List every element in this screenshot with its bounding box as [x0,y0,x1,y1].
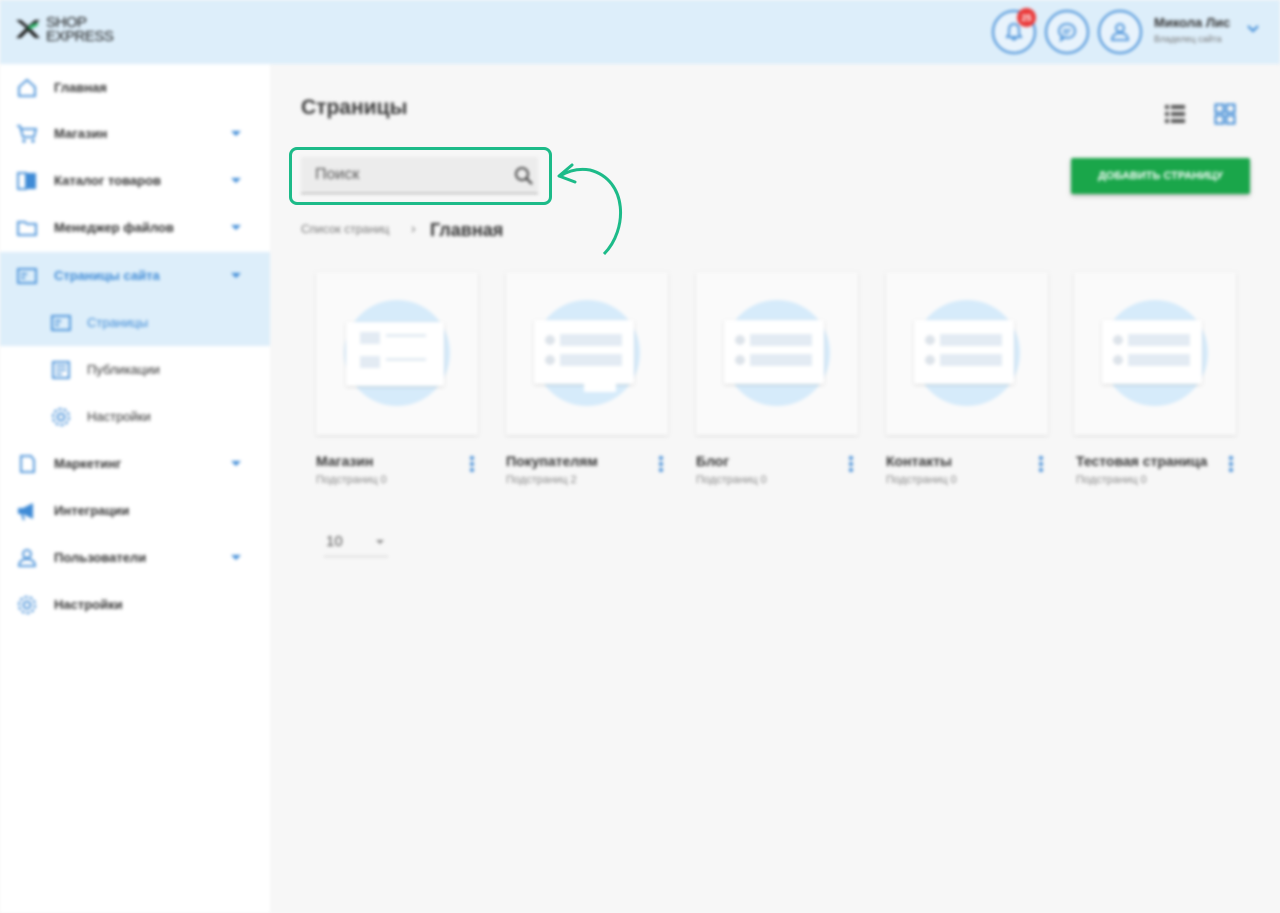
per-page-select[interactable]: 10 [324,527,388,557]
megaphone-icon [18,502,33,520]
user-icon [1111,23,1129,41]
more-vert-icon[interactable] [1228,455,1234,473]
sidebar-item-integrations[interactable]: Интеграции [0,487,270,534]
sidebar-item-files[interactable]: Менеджер файлов [0,204,270,251]
top-header: SHOP EXPRESS 25 Микола Лис Владелец сайт… [0,0,1280,64]
add-page-button[interactable]: ДОБАВИТЬ СТРАНИЦУ [1071,158,1250,194]
list-view-icon[interactable] [1164,103,1186,125]
app-screen: SHOP EXPRESS 25 Микола Лис Владелец сайт… [0,0,1280,913]
newspaper-icon [52,360,70,379]
page-icon [17,267,37,284]
page-card-subpages: Подстраниц 0 [316,474,387,486]
chevron-down-icon[interactable] [1246,24,1260,34]
page-card-thumbnail[interactable] [1074,272,1236,435]
caret-down-icon [231,461,241,466]
profile-button[interactable] [1098,10,1142,54]
page-card-name[interactable]: Блог [696,453,831,469]
page-preview-icon [346,322,444,386]
cart-icon [17,124,38,143]
page-card-thumbnail[interactable] [886,272,1048,435]
page-card-name[interactable]: Тестовая страница [1076,453,1211,469]
caret-down-icon [231,273,241,278]
page-card-name[interactable]: Покупателям [506,453,641,469]
sidebar-item-marketing[interactable]: Маркетинг [0,440,270,487]
breadcrumb-separator-icon: › [411,220,416,236]
marketing-icon [20,454,35,473]
gear-icon [18,595,36,614]
book-icon [17,171,36,190]
sidebar-item-label: Страницы сайта [54,268,160,283]
sidebar-item-shop[interactable]: Магазин [0,110,270,157]
sidebar-item-label: Интеграции [54,503,130,518]
sidebar-subitem-pages[interactable]: Страницы [0,299,270,346]
caret-down-icon [231,555,241,560]
more-vert-icon[interactable] [1038,455,1044,473]
sidebar-item-label: Маркетинг [54,456,122,471]
notifications-badge: 25 [1017,8,1036,27]
breadcrumb-root[interactable]: Список страниц [301,222,389,236]
chat-icon [1058,23,1076,43]
page-card-thumbnail[interactable] [316,272,478,435]
users-icon [18,548,36,567]
caret-down-icon [376,540,384,544]
folder-icon [17,220,37,236]
logo-line2: EXPRESS [46,28,114,45]
search-highlight-frame [289,147,552,205]
home-icon [18,78,36,97]
logo[interactable]: SHOP EXPRESS [14,15,114,45]
sidebar-item-home[interactable]: Главная [0,64,270,111]
sidebar-item-settings[interactable]: Настройки [0,581,270,628]
sidebar-subitem-settings[interactable]: Настройки [0,393,270,440]
sidebar-item-label: Публикации [87,362,160,377]
sidebar: Главная Магазин Каталог товаров Менеджер… [0,64,270,913]
notifications-button[interactable]: 25 [992,8,1036,54]
curved-arrow-icon [557,163,622,256]
logo-icon [16,20,40,38]
page-preview-icon [1102,320,1202,384]
page-title: Страницы [301,96,408,119]
more-vert-icon[interactable] [658,455,664,473]
page-preview-icon [534,320,634,392]
sidebar-item-label: Страницы [87,315,149,330]
page-card-name[interactable]: Магазин [316,453,451,469]
more-vert-icon[interactable] [848,455,854,473]
user-name[interactable]: Микола Лис [1154,15,1230,30]
grid-view-icon[interactable] [1214,103,1236,125]
sidebar-item-catalog[interactable]: Каталог товаров [0,157,270,204]
sidebar-item-label: Настройки [54,597,123,612]
page-card-thumbnail[interactable] [506,272,668,435]
page-card-subpages: Подстраниц 0 [696,474,767,486]
sidebar-item-label: Менеджер файлов [54,220,174,235]
sidebar-item-label: Главная [54,80,107,95]
sidebar-item-label: Магазин [54,126,108,141]
sidebar-item-label: Настройки [87,409,151,424]
caret-down-icon [231,178,241,183]
sidebar-item-label: Пользователи [54,550,147,565]
page-card-thumbnail[interactable] [696,272,858,435]
sidebar-item-users[interactable]: Пользователи [0,534,270,581]
page-icon [51,314,71,331]
per-page-value: 10 [326,533,343,550]
breadcrumb-current: Главная [430,220,504,240]
more-vert-icon[interactable] [469,455,475,473]
page-card-subpages: Подстраниц 0 [886,474,957,486]
sidebar-item-site-pages[interactable]: Страницы сайта [0,252,270,299]
page-card-subpages: Подстраниц 0 [1076,474,1147,486]
sidebar-subitem-publications[interactable]: Публикации [0,346,270,393]
gear-icon [52,407,70,426]
page-card-name[interactable]: Контакты [886,453,1021,469]
messages-button[interactable] [1045,10,1089,54]
page-card-subpages: Подстраниц 2 [506,474,577,486]
sidebar-item-label: Каталог товаров [54,173,162,188]
page-preview-icon [724,320,824,384]
page-preview-icon [914,320,1014,384]
user-role: Владелец сайта [1154,34,1222,44]
caret-down-icon [231,131,241,136]
caret-down-icon [231,225,241,230]
